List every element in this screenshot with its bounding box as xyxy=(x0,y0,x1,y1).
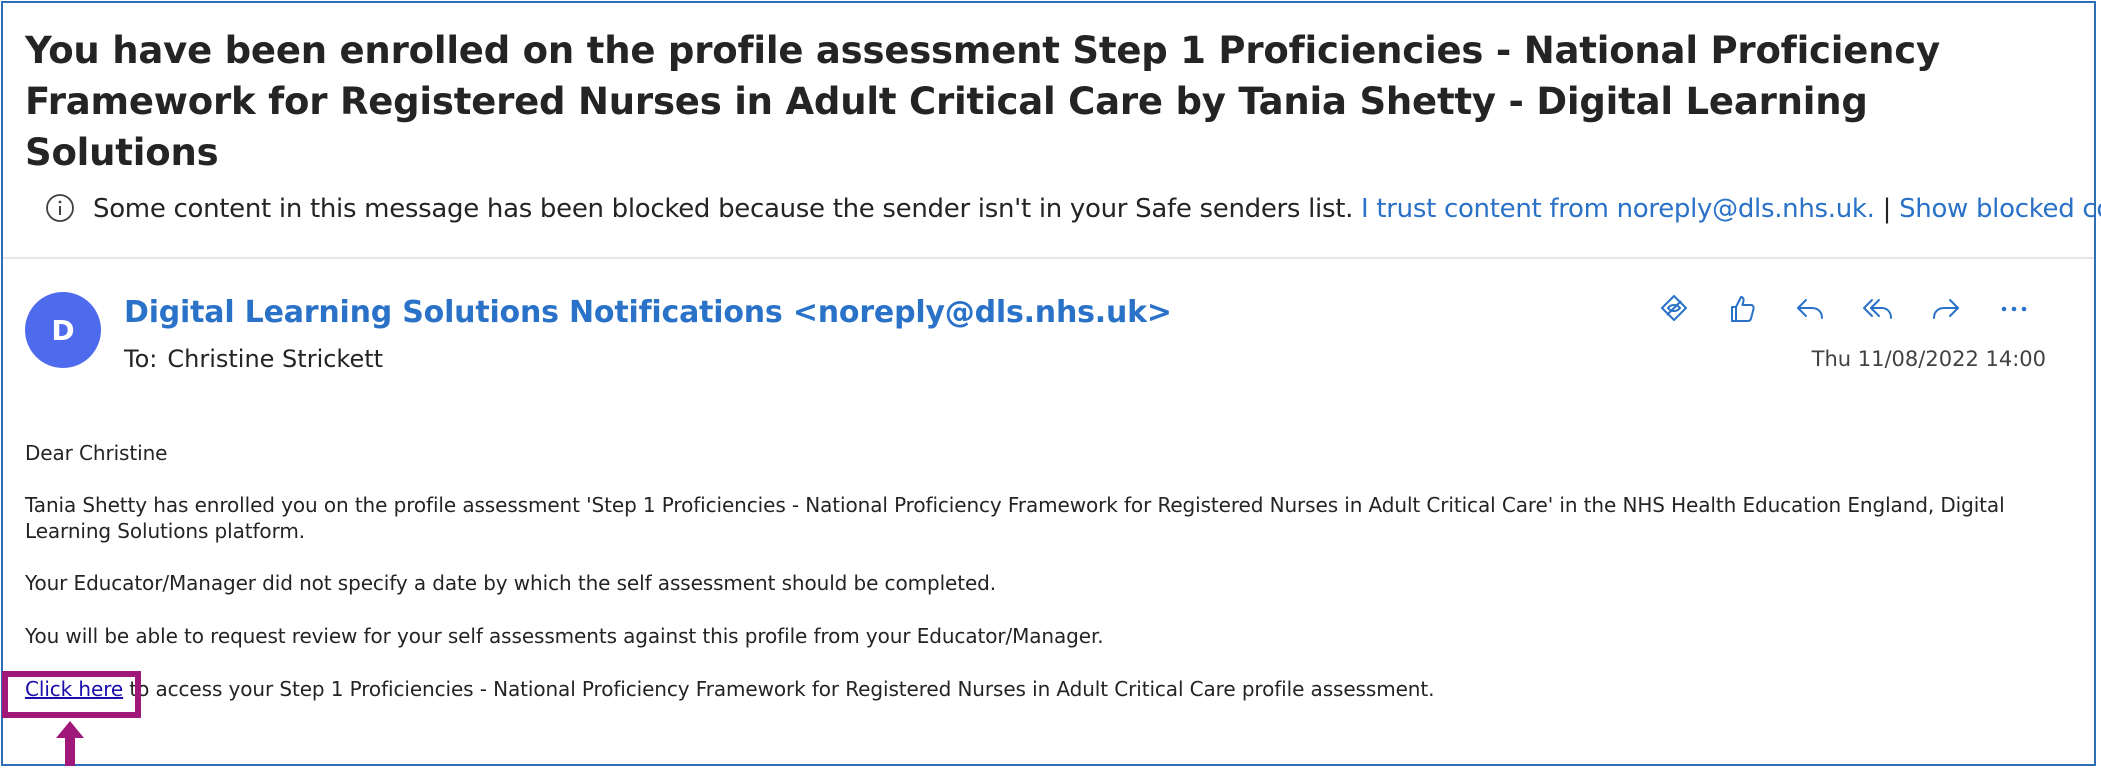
like-button[interactable] xyxy=(1722,289,1762,329)
info-icon xyxy=(45,193,75,223)
recipient-name[interactable]: Christine Strickett xyxy=(167,345,383,373)
to-label: To: xyxy=(124,345,158,373)
like-icon xyxy=(1731,296,1755,322)
email-subject: You have been enrolled on the profile as… xyxy=(25,29,1940,174)
recipients-row: To: Christine Strickett xyxy=(124,343,383,375)
forward-icon xyxy=(1933,299,1959,319)
message-date: Thu 11/08/2022 14:00 xyxy=(1811,347,2046,371)
more-actions-button[interactable] xyxy=(1994,289,2034,329)
more-icon xyxy=(2001,306,2027,312)
sender-avatar[interactable]: D xyxy=(25,292,101,368)
reply-icon xyxy=(1797,299,1823,319)
reply-button[interactable] xyxy=(1790,289,1830,329)
blocked-content-message: Some content in this message has been bl… xyxy=(93,193,2101,225)
arrow-up-icon xyxy=(56,721,84,766)
blocked-content-bar: Some content in this message has been bl… xyxy=(3,173,2101,259)
immersive-reader-icon xyxy=(1661,295,1687,321)
immersive-reader-button[interactable] xyxy=(1654,289,1694,329)
blocked-message-text: Some content in this message has been bl… xyxy=(93,194,1354,224)
body-paragraph-date: Your Educator/Manager did not specify a … xyxy=(25,571,997,595)
reply-all-button[interactable] xyxy=(1858,289,1898,329)
message-body: Dear Christine Tania Shetty has enrolled… xyxy=(25,440,2055,729)
link-separator: | xyxy=(1882,194,1892,224)
sender-name[interactable]: Digital Learning Solutions Notifications… xyxy=(124,293,1172,333)
show-blocked-content-link[interactable]: Show blocked content xyxy=(1899,194,2101,224)
forward-button[interactable] xyxy=(1926,289,1966,329)
body-greeting: Dear Christine xyxy=(25,441,168,465)
body-paragraph-access: Click here to access your Step 1 Profici… xyxy=(25,676,2055,702)
access-text: to access your Step 1 Proficiencies - Na… xyxy=(123,677,1435,701)
body-paragraph-review: You will be able to request review for y… xyxy=(25,624,1104,648)
click-here-highlight xyxy=(2,671,141,718)
email-reading-pane: You have been enrolled on the profile as… xyxy=(1,1,2101,766)
body-paragraph-enrolment: Tania Shetty has enrolled you on the pro… xyxy=(25,493,2005,543)
trust-sender-link[interactable]: I trust content from noreply@dls.nhs.uk. xyxy=(1361,194,1875,224)
message-actions-toolbar xyxy=(1654,289,2034,329)
reply-all-icon xyxy=(1863,299,1892,319)
